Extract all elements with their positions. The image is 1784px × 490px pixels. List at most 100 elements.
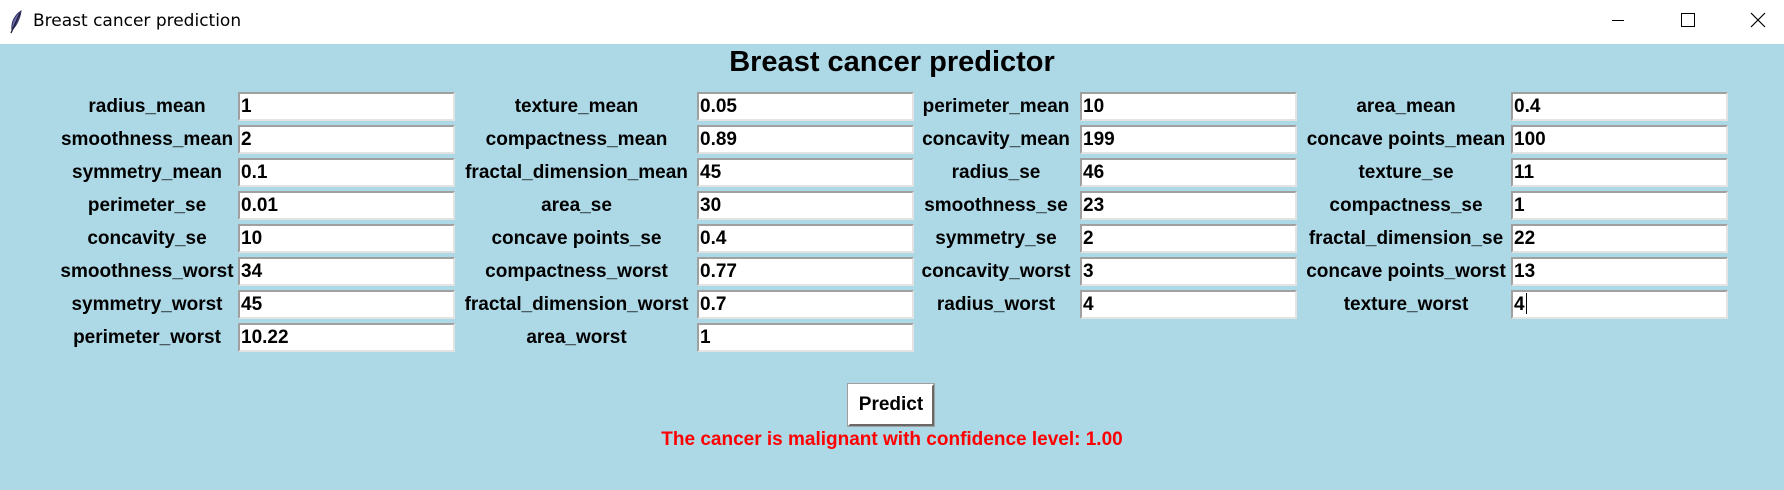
concavity-se-value: 10 — [241, 228, 263, 249]
perimeter-worst-value: 10.22 — [241, 327, 289, 348]
close-icon — [1750, 12, 1766, 33]
close-button[interactable] — [1723, 0, 1784, 44]
concavity-mean-input[interactable]: 199 — [1080, 125, 1297, 154]
field-row: perimeter_worst 10.22 area_worst 1 — [0, 321, 1784, 354]
smoothness-se-label: smoothness_se — [924, 195, 1068, 216]
concave-points-worst-input[interactable]: 13 — [1511, 257, 1728, 286]
symmetry-worst-label: symmetry_worst — [71, 294, 223, 315]
fractal-dimension-mean-label: fractal_dimension_mean — [465, 162, 688, 183]
texture-mean-value: 0.05 — [700, 96, 737, 117]
perimeter-mean-label: perimeter_mean — [922, 96, 1070, 117]
compactness-mean-input[interactable]: 0.89 — [697, 125, 914, 154]
area-se-label: area_se — [541, 195, 612, 216]
fractal-dimension-se-input[interactable]: 22 — [1511, 224, 1728, 253]
concave-points-se-value: 0.4 — [700, 228, 727, 249]
perimeter-mean-value: 10 — [1083, 96, 1105, 117]
maximize-button[interactable] — [1653, 0, 1723, 44]
area-mean-value: 0.4 — [1514, 96, 1541, 117]
smoothness-se-input[interactable]: 23 — [1080, 191, 1297, 220]
smoothness-worst-input[interactable]: 34 — [238, 257, 455, 286]
texture-se-label: texture_se — [1358, 162, 1454, 183]
smoothness-worst-label: smoothness_worst — [60, 261, 234, 282]
symmetry-se-label: symmetry_se — [935, 228, 1057, 249]
field-row: radius_mean 1 texture_mean 0.05 perimeter_me… — [0, 90, 1784, 123]
smoothness-se-value: 23 — [1083, 195, 1105, 216]
symmetry-mean-value: 0.1 — [241, 162, 268, 183]
symmetry-worst-value: 45 — [241, 294, 263, 315]
concavity-se-label: concavity_se — [87, 228, 207, 249]
symmetry-se-input[interactable]: 2 — [1080, 224, 1297, 253]
symmetry-mean-label: symmetry_mean — [72, 162, 222, 183]
maximize-icon — [1681, 12, 1695, 32]
compactness-worst-input[interactable]: 0.77 — [697, 257, 914, 286]
minimize-button[interactable] — [1583, 0, 1653, 44]
predict-button[interactable]: Predict — [847, 383, 935, 427]
perimeter-se-value: 0.01 — [241, 195, 278, 216]
texture-mean-label: texture_mean — [514, 96, 639, 117]
texture-se-value: 11 — [1514, 162, 1535, 183]
concavity-mean-value: 199 — [1083, 129, 1115, 150]
fractal-dimension-mean-input[interactable]: 45 — [697, 158, 914, 187]
perimeter-mean-input[interactable]: 10 — [1080, 92, 1297, 121]
perimeter-se-label: perimeter_se — [87, 195, 207, 216]
symmetry-mean-input[interactable]: 0.1 — [238, 158, 455, 187]
window-title: Breast cancer prediction — [33, 11, 242, 31]
window-titlebar[interactable]: Breast cancer prediction — [0, 0, 1784, 44]
concave-points-se-input[interactable]: 0.4 — [697, 224, 914, 253]
compactness-mean-label: compactness_mean — [485, 129, 668, 150]
texture-mean-input[interactable]: 0.05 — [697, 92, 914, 121]
field-row: symmetry_worst 45 fractal_dimension_worst 0… — [0, 288, 1784, 321]
prediction-result: The cancer is malignant with confidence … — [661, 429, 1123, 450]
feather-icon — [8, 9, 24, 34]
symmetry-worst-input[interactable]: 45 — [238, 290, 455, 319]
fractal-dimension-worst-value: 0.7 — [700, 294, 727, 315]
perimeter-worst-input[interactable]: 10.22 — [238, 323, 455, 352]
field-row: smoothness_worst 34 compactness_worst 0.77 c… — [0, 255, 1784, 288]
area-se-input[interactable]: 30 — [697, 191, 914, 220]
compactness-worst-label: compactness_worst — [485, 261, 668, 282]
concavity-worst-input[interactable]: 3 — [1080, 257, 1297, 286]
fractal-dimension-worst-input[interactable]: 0.7 — [697, 290, 914, 319]
smoothness-mean-label: smoothness_mean — [60, 129, 234, 150]
compactness-se-value: 1 — [1514, 195, 1525, 216]
field-row: smoothness_mean 2 compactness_mean 0.89 conc… — [0, 123, 1784, 156]
radius-se-value: 46 — [1083, 162, 1105, 183]
texture-se-input[interactable]: 11 — [1511, 158, 1728, 187]
concave-points-mean-input[interactable]: 100 — [1511, 125, 1728, 154]
radius-mean-input[interactable]: 1 — [238, 92, 455, 121]
symmetry-se-value: 2 — [1083, 228, 1094, 249]
page-title: Breast cancer predictor — [729, 46, 1055, 78]
field-row: symmetry_mean 0.1 fractal_dimension_mean 45… — [0, 156, 1784, 189]
texture-worst-value: 4 — [1514, 294, 1525, 315]
minimize-icon — [1611, 13, 1625, 32]
concave-points-worst-value: 13 — [1514, 261, 1536, 282]
concave-points-se-label: concave points_se — [491, 228, 662, 249]
area-mean-label: area_mean — [1356, 96, 1456, 117]
radius-worst-input[interactable]: 4 — [1080, 290, 1297, 319]
area-mean-input[interactable]: 0.4 — [1511, 92, 1728, 121]
radius-worst-label: radius_worst — [936, 294, 1056, 315]
fractal-dimension-se-value: 22 — [1514, 228, 1536, 249]
concavity-se-input[interactable]: 10 — [238, 224, 455, 253]
perimeter-worst-label: perimeter_worst — [73, 327, 221, 348]
radius-se-input[interactable]: 46 — [1080, 158, 1297, 187]
texture-worst-label: texture_worst — [1343, 294, 1469, 315]
smoothness-mean-input[interactable]: 2 — [238, 125, 455, 154]
concave-points-worst-label: concave points_worst — [1306, 261, 1506, 282]
compactness-mean-value: 0.89 — [700, 129, 737, 150]
form-panel: Breast cancer predictor radius_mean 1 text… — [0, 44, 1784, 490]
area-se-value: 30 — [700, 195, 722, 216]
area-worst-input[interactable]: 1 — [697, 323, 914, 352]
field-row: perimeter_se 0.01 area_se 30 smoothness_se 23… — [0, 189, 1784, 222]
concave-points-mean-value: 100 — [1514, 129, 1546, 150]
smoothness-worst-value: 34 — [241, 261, 263, 282]
area-worst-value: 1 — [700, 327, 711, 348]
texture-worst-input[interactable]: 4 — [1511, 290, 1728, 319]
concavity-mean-label: concavity_mean — [922, 129, 1070, 150]
perimeter-se-input[interactable]: 0.01 — [238, 191, 455, 220]
compactness-worst-value: 0.77 — [700, 261, 737, 282]
concavity-worst-value: 3 — [1083, 261, 1094, 282]
radius-worst-value: 4 — [1083, 294, 1094, 315]
compactness-se-input[interactable]: 1 — [1511, 191, 1728, 220]
fractal-dimension-worst-label: fractal_dimension_worst — [464, 294, 689, 315]
